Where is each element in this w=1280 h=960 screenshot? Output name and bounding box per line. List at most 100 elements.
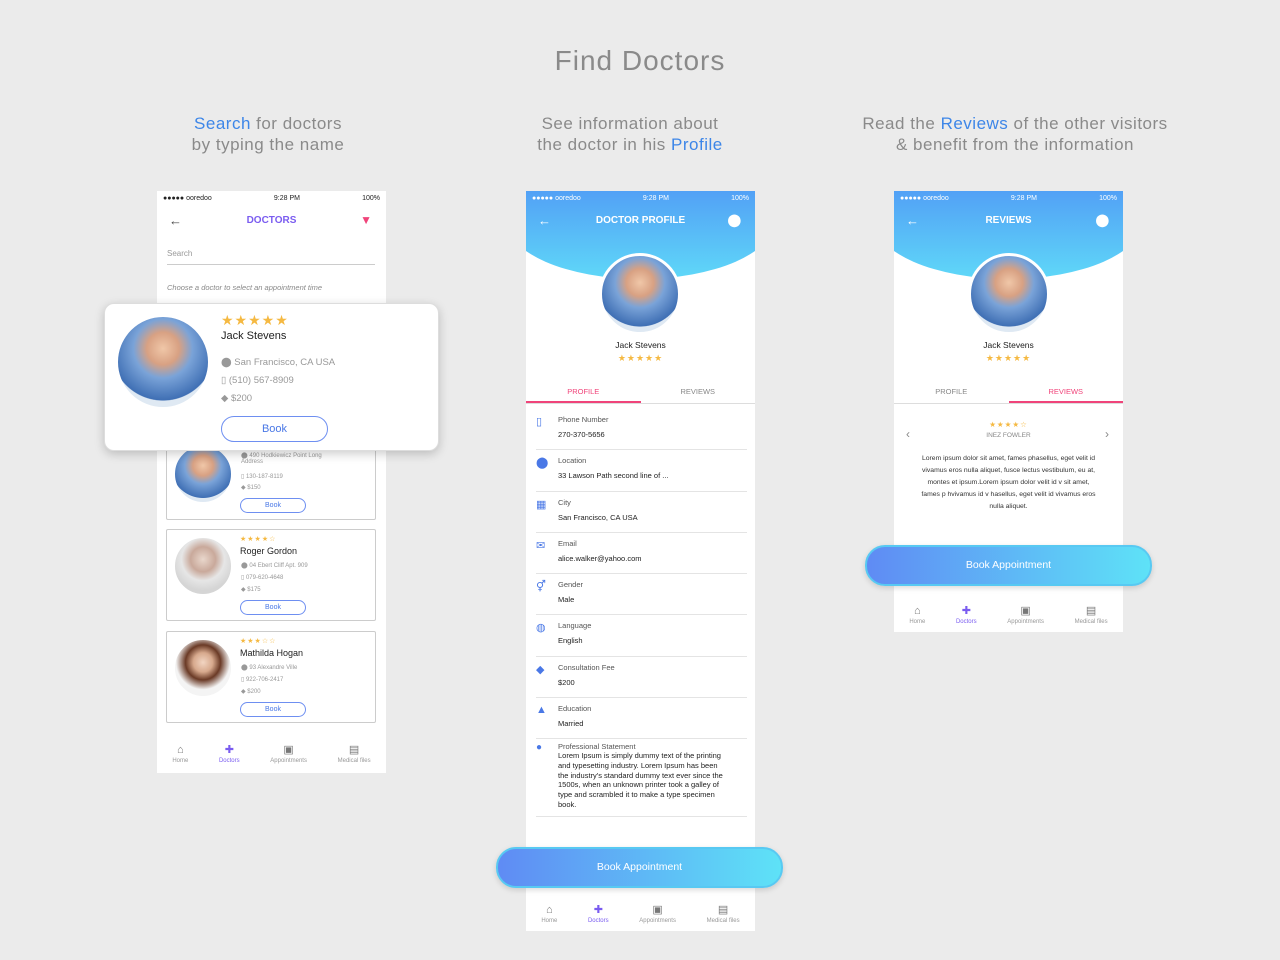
doctor-name: Jack Stevens bbox=[615, 340, 666, 350]
person-icon: ● bbox=[536, 742, 543, 753]
address: ⬤ 04 Ebert Cliff Apt. 909 bbox=[241, 563, 308, 569]
caption-highlight: Profile bbox=[671, 135, 723, 154]
medical-bag-icon: ✚ bbox=[593, 904, 603, 916]
field-value: Male bbox=[558, 595, 575, 605]
phone-icon: ▯ bbox=[536, 416, 543, 428]
field-label: Gender bbox=[558, 580, 584, 590]
field-label: City bbox=[558, 497, 571, 507]
tab-medical-files[interactable]: ▤ Medical files bbox=[1075, 604, 1108, 625]
map-pin-icon[interactable]: ⬤ bbox=[1096, 213, 1109, 227]
phone: ▯ 922-706-2417 bbox=[241, 677, 284, 683]
doctor-name: Jack Stevens bbox=[983, 340, 1034, 350]
tab-medical-files[interactable]: ▤ Medical files bbox=[338, 743, 371, 764]
doctor-name: Mathilda Hogan bbox=[240, 648, 304, 658]
tag-icon: ◆ bbox=[221, 393, 231, 404]
carrier: ●●●●● ooredoo bbox=[163, 194, 212, 202]
file-icon: ▤ bbox=[348, 744, 360, 756]
book-appointment-button[interactable]: Book Appointment bbox=[496, 847, 783, 888]
profile-field-row: ▲ Education Married bbox=[536, 698, 747, 740]
battery: 100% bbox=[731, 194, 749, 202]
gender-icon: ⚥ bbox=[536, 581, 546, 594]
tab-appointments[interactable]: ▣ Appointments bbox=[639, 903, 676, 924]
file-icon: ▤ bbox=[1085, 605, 1097, 617]
field-label: Phone Number bbox=[558, 415, 609, 424]
hint-text: Choose a doctor to select an appointment… bbox=[167, 283, 323, 292]
status-bar: ●●●●● ooredoo 9:28 PM 100% bbox=[894, 191, 1123, 205]
field-value: 270-370-5656 bbox=[558, 430, 605, 439]
status-bar: ●●●●● ooredoo 9:28 PM 100% bbox=[526, 191, 755, 205]
field-value: Married bbox=[558, 719, 584, 729]
fee: ◆ $200 bbox=[241, 689, 261, 695]
caption-text: & benefit from the information bbox=[895, 135, 1134, 154]
back-icon[interactable]: ← bbox=[169, 213, 182, 228]
calendar-icon: ▣ bbox=[1020, 605, 1031, 617]
tab-profile[interactable]: PROFILE bbox=[526, 387, 641, 403]
caption-reviews: Read the Reviews of the other visitors &… bbox=[815, 113, 1215, 155]
clock: 9:28 PM bbox=[273, 194, 300, 202]
tab-doctors[interactable]: ✚ Doctors bbox=[956, 604, 977, 625]
caption-search: Search for doctors by typing the name bbox=[88, 113, 448, 155]
tab-reviews[interactable]: REVIEWS bbox=[1008, 387, 1123, 403]
tab-doctors[interactable]: ✚ Doctors bbox=[219, 743, 240, 764]
filter-icon[interactable]: ▼ bbox=[360, 213, 372, 227]
tab-medical-files[interactable]: ▤ Medical files bbox=[707, 903, 740, 924]
tab-appointments[interactable]: ▣ Appointments bbox=[1007, 604, 1044, 625]
nav-bar: ← DOCTORS ▼ bbox=[157, 205, 386, 235]
field-label: Consultation Fee bbox=[558, 662, 615, 672]
calendar-icon: ▣ bbox=[283, 744, 294, 756]
tag-icon: ◆ bbox=[536, 663, 545, 676]
profile-fields: ▯ Phone Number 270-370-5656 ⬤ Location 33 Law… bbox=[526, 409, 755, 740]
home-icon: ⌂ bbox=[545, 904, 553, 916]
profile-field-row: ⚥ Gender Male bbox=[536, 574, 747, 616]
doctor-card[interactable]: ★★★★☆ Roger Gordon ⬤ 04 Ebert Cliff Apt.… bbox=[166, 529, 376, 621]
tab-profile[interactable]: PROFILE bbox=[894, 387, 1009, 403]
battery: 100% bbox=[362, 194, 380, 202]
profile-field-row: ⬤ Location 33 Lawson Path second line of .… bbox=[536, 450, 747, 492]
caption-highlight: Search bbox=[194, 114, 251, 133]
tab-home[interactable]: ⌂ Home bbox=[541, 904, 557, 924]
search-input[interactable]: Search bbox=[167, 249, 375, 265]
field-value: English bbox=[558, 636, 583, 646]
phone: ▯ (510) 567-8909 bbox=[221, 375, 294, 386]
carrier: ●●●●● ooredoo bbox=[900, 194, 949, 202]
doctors-screen: ●●●●● ooredoo 9:28 PM 100% ← DOCTORS ▼ S… bbox=[157, 191, 386, 773]
review-text: Lorem ipsum dolor sit amet, fames phasel… bbox=[921, 455, 1096, 510]
tab-home[interactable]: ⌂ Home bbox=[172, 744, 188, 764]
book-button[interactable]: Book bbox=[240, 498, 306, 513]
tab-appointments[interactable]: ▣ Appointments bbox=[270, 743, 307, 764]
globe-icon: ◍ bbox=[536, 622, 546, 635]
tab-reviews[interactable]: REVIEWS bbox=[641, 387, 756, 403]
avatar bbox=[968, 253, 1050, 335]
back-icon[interactable]: ← bbox=[538, 213, 551, 228]
featured-doctor-card[interactable]: ★★★★★ Jack Stevens ⬤ San Francisco, CA U… bbox=[104, 303, 439, 451]
review-stars: ★★★★☆ bbox=[989, 420, 1028, 429]
book-button[interactable]: Book bbox=[240, 600, 306, 615]
location-icon: ⬤ bbox=[536, 457, 549, 470]
address: ⬤ 490 Hodkiewicz Point Long Address bbox=[241, 453, 322, 465]
nav-bar: ← REVIEWS ⬤ bbox=[894, 205, 1123, 235]
carrier: ●●●●● ooredoo bbox=[532, 194, 581, 202]
map-pin-icon[interactable]: ⬤ bbox=[728, 213, 741, 227]
tab-home[interactable]: ⌂ Home bbox=[909, 605, 925, 625]
screen-title: REVIEWS bbox=[985, 214, 1032, 226]
education-icon: ▲ bbox=[536, 704, 547, 717]
doctor-card[interactable]: ★★★☆☆ Mathilda Hogan ⬤ 93 Alexandre Vill… bbox=[166, 631, 376, 723]
fee: ◆ $175 bbox=[241, 587, 261, 593]
field-value: San Francisco, CA USA bbox=[558, 512, 638, 522]
book-button[interactable]: Book bbox=[221, 416, 328, 442]
back-icon[interactable]: ← bbox=[906, 213, 919, 228]
avatar bbox=[172, 443, 234, 505]
profile-field-row: ◆ Consultation Fee $200 bbox=[536, 657, 747, 699]
field-label: Email bbox=[558, 538, 577, 548]
caption-profile: See information about the doctor in his … bbox=[450, 113, 810, 155]
rating-stars: ★★★★★ bbox=[985, 353, 1032, 363]
doctor-card[interactable]: ⬤ 490 Hodkiewicz Point Long Address ▯ 13… bbox=[166, 443, 376, 520]
book-button[interactable]: Book bbox=[240, 702, 306, 717]
avatar bbox=[172, 535, 234, 597]
medical-bag-icon: ✚ bbox=[961, 605, 971, 617]
field-label: Professional Statement bbox=[558, 742, 636, 751]
doctor-name: Roger Gordon bbox=[240, 546, 298, 556]
tab-doctors[interactable]: ✚ Doctors bbox=[588, 903, 609, 924]
calendar-icon: ▣ bbox=[652, 904, 663, 916]
book-appointment-button[interactable]: Book Appointment bbox=[865, 545, 1152, 586]
